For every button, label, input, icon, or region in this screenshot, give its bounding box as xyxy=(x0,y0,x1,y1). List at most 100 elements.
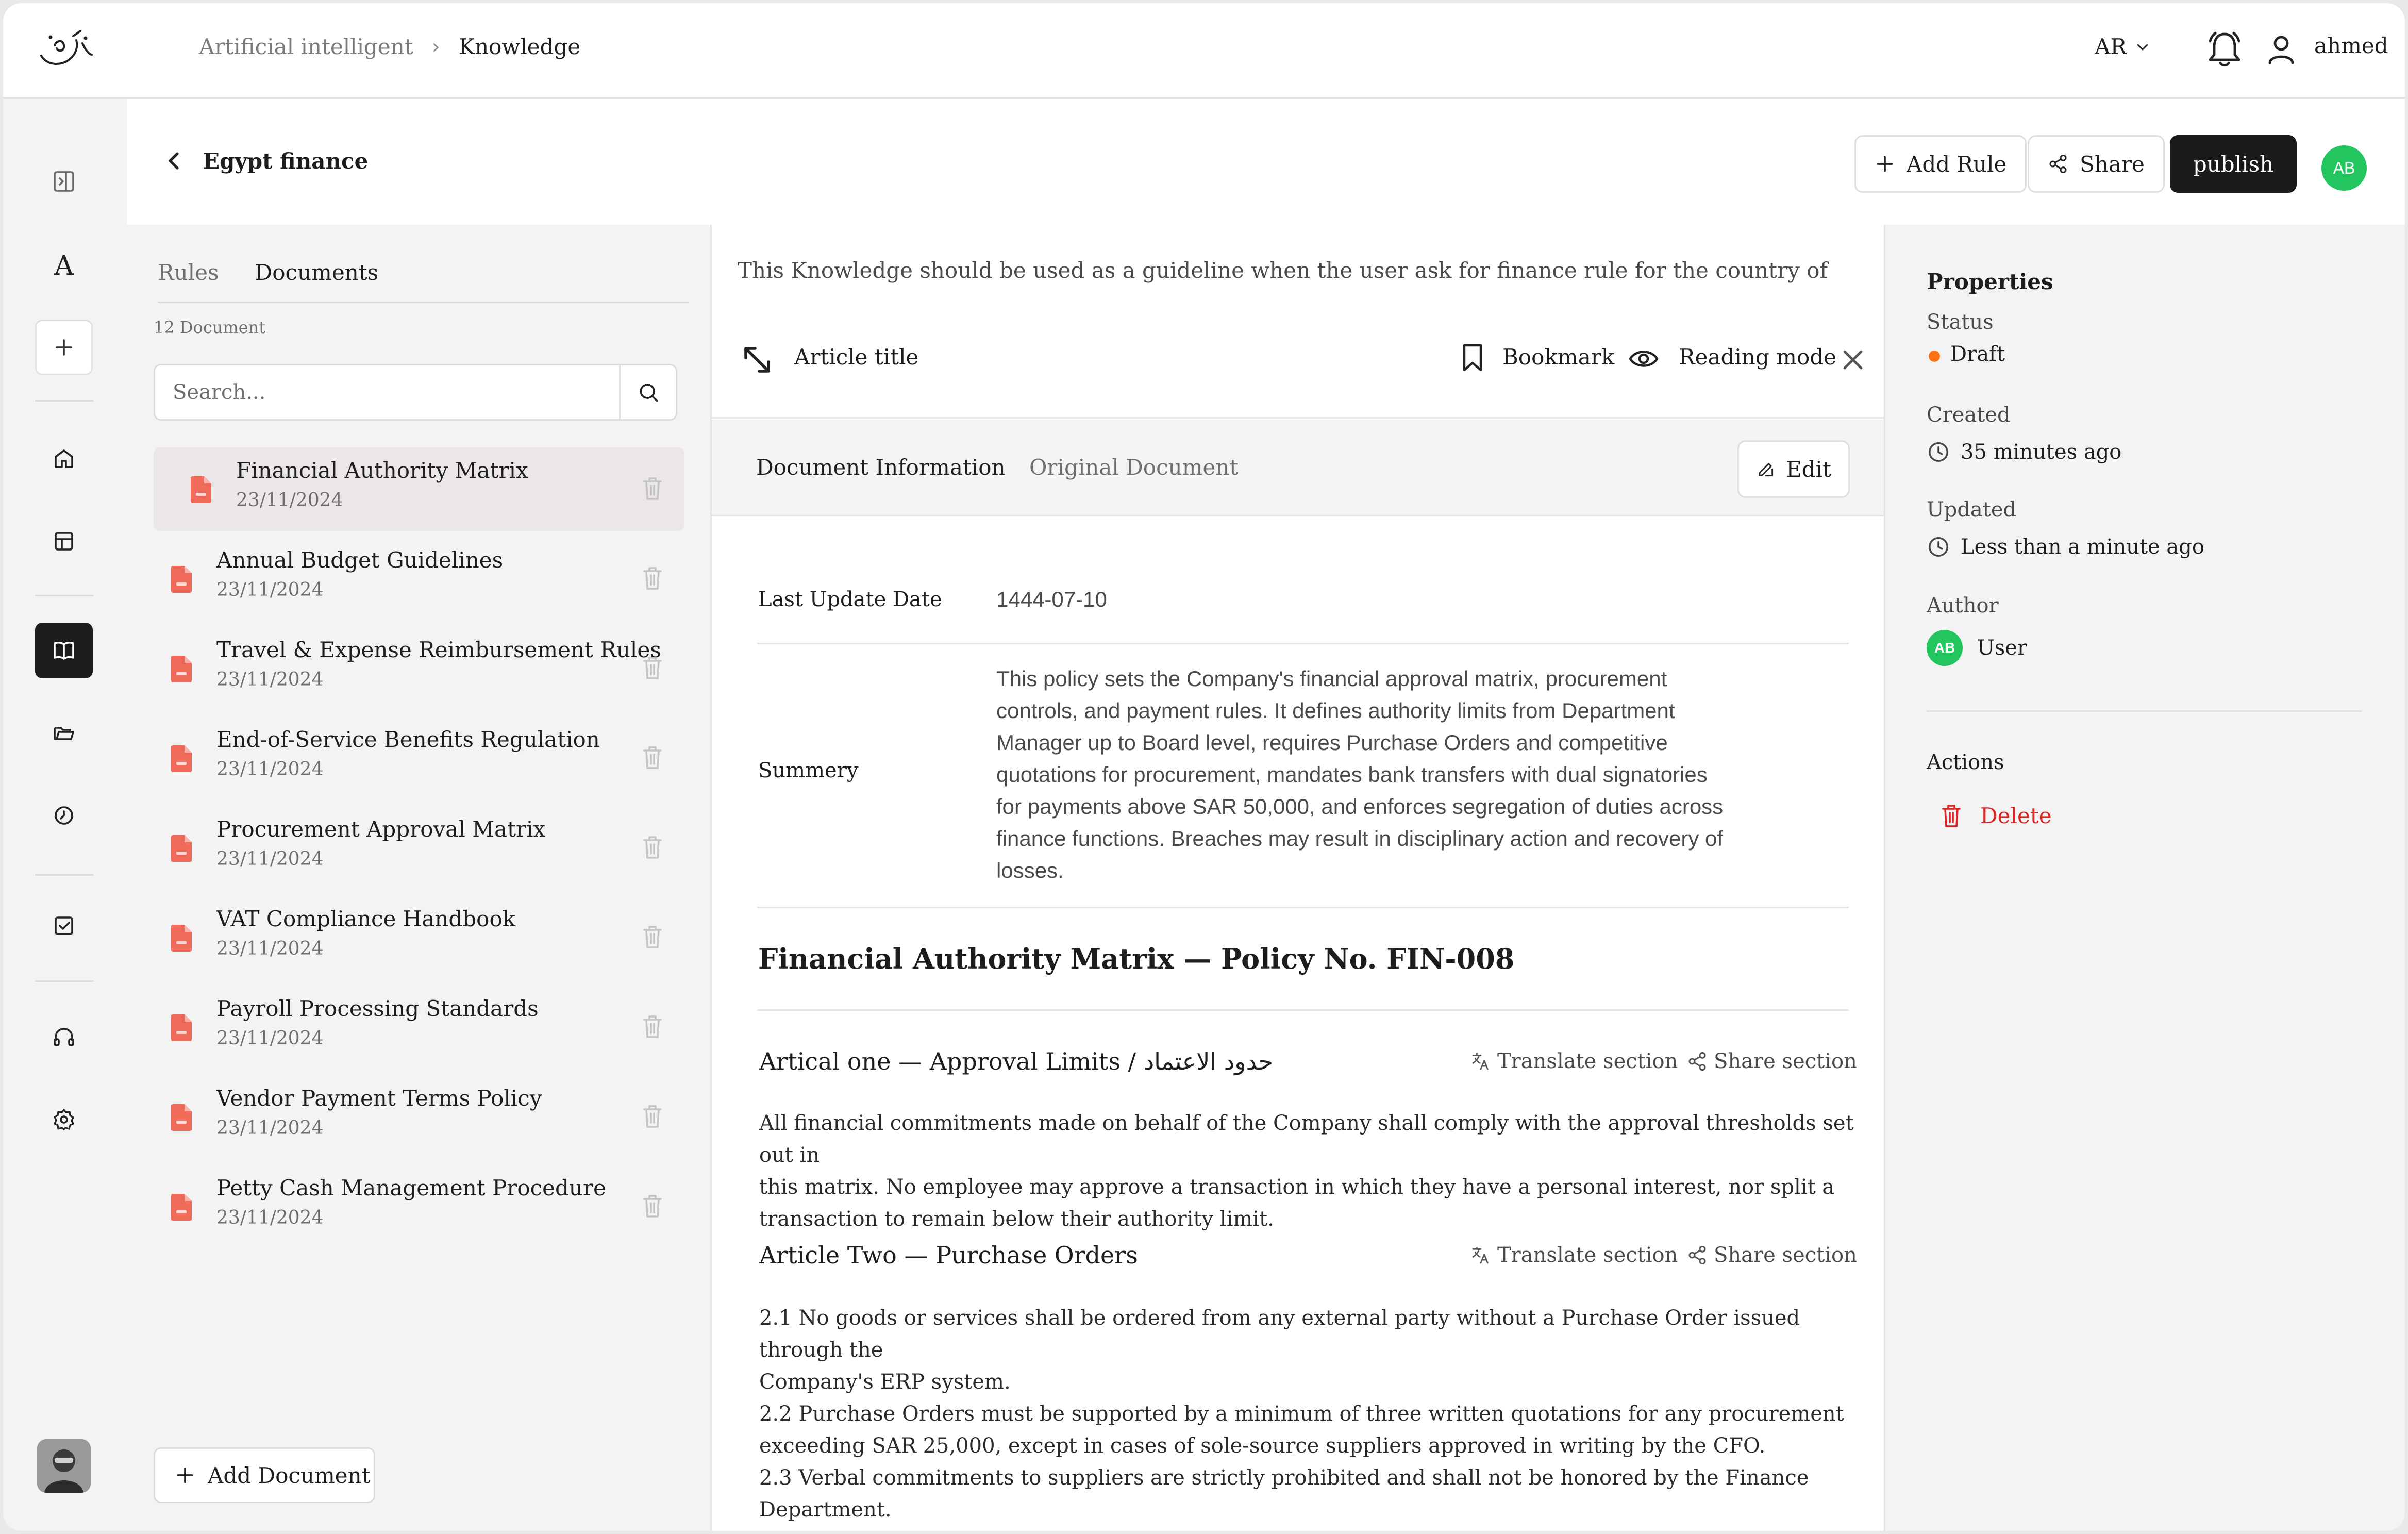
add-rule-button[interactable]: Add Rule xyxy=(1854,135,2027,193)
list-item[interactable]: Travel & Expense Reimbursement Rules 23/… xyxy=(154,627,684,710)
list-item[interactable]: Financial Authority Matrix 23/11/2024 xyxy=(154,447,684,531)
document-date: 23/11/2024 xyxy=(216,1028,324,1049)
add-document-button[interactable]: Add Document xyxy=(154,1447,375,1503)
nav-table-button[interactable] xyxy=(35,513,93,569)
trash-icon[interactable] xyxy=(642,835,663,860)
add-rule-label: Add Rule xyxy=(1907,151,2007,177)
trash-icon[interactable] xyxy=(642,925,663,949)
delete-label: Delete xyxy=(1980,803,2052,828)
user-name[interactable]: ahmed xyxy=(2314,33,2388,58)
status-badge: Draft xyxy=(1950,342,2005,366)
headphones-icon xyxy=(54,1028,74,1046)
info-tabs-bar: Document Information Original Document E… xyxy=(712,420,1884,516)
rail-divider xyxy=(35,400,94,402)
list-item[interactable]: Annual Budget Guidelines 23/11/2024 xyxy=(154,537,684,621)
created-value: 35 minutes ago xyxy=(1961,440,2122,464)
share-section-button[interactable]: Share section xyxy=(1687,1243,1857,1267)
notification-bell-icon[interactable] xyxy=(2208,31,2241,68)
nav-history-button[interactable] xyxy=(35,788,93,843)
search-button[interactable] xyxy=(621,365,676,419)
add-workspace-button[interactable] xyxy=(35,320,93,375)
list-item[interactable]: VAT Compliance Handbook 23/11/2024 xyxy=(154,896,684,979)
trash-icon[interactable] xyxy=(642,1194,663,1219)
share-section-button[interactable]: Share section xyxy=(1687,1049,1857,1073)
document-name: Travel & Expense Reimbursement Rules xyxy=(216,637,661,662)
trash-icon[interactable] xyxy=(642,656,663,680)
nav-support-button[interactable] xyxy=(35,1009,93,1065)
left-rail: A xyxy=(3,99,127,1531)
list-item[interactable]: Vendor Payment Terms Policy 23/11/2024 xyxy=(154,1075,684,1159)
nav-folders-button[interactable] xyxy=(35,705,93,761)
breadcrumb-artificial-intelligent[interactable]: Artificial intelligent xyxy=(199,34,413,59)
translate-section-button[interactable]: Translate section xyxy=(1470,1049,1678,1073)
bookmark-icon[interactable] xyxy=(1461,343,1484,372)
tab-document-information[interactable]: Document Information xyxy=(756,455,1006,480)
breadcrumb-knowledge[interactable]: Knowledge xyxy=(459,34,581,59)
properties-heading: Properties xyxy=(1927,269,2053,294)
section-heading: Artical one — Approval Limits / حدود الا… xyxy=(759,1047,1274,1075)
expand-icon[interactable] xyxy=(742,344,773,375)
documents-panel: Rules Documents 12 Document Financial Au… xyxy=(127,225,710,1531)
document-date: 23/11/2024 xyxy=(216,1118,324,1139)
panel-tabs: Rules Documents xyxy=(158,260,689,303)
pdf-file-icon xyxy=(191,476,211,503)
back-arrow-icon[interactable] xyxy=(165,151,183,171)
nav-knowledge-button[interactable] xyxy=(35,623,93,678)
language-label: AR xyxy=(2095,34,2127,59)
tab-original-document[interactable]: Original Document xyxy=(1029,455,1238,480)
list-item[interactable]: Payroll Processing Standards 23/11/2024 xyxy=(154,986,684,1069)
trash-icon[interactable] xyxy=(642,476,663,501)
bookmark-button[interactable]: Bookmark xyxy=(1502,344,1614,370)
brand-logo-icon[interactable] xyxy=(34,25,96,74)
edit-button[interactable]: Edit xyxy=(1737,440,1850,498)
nav-settings-button[interactable] xyxy=(35,1092,93,1147)
delete-button[interactable]: Delete xyxy=(1940,803,2052,828)
search-input[interactable] xyxy=(155,365,619,419)
author-label: Author xyxy=(1927,594,1999,618)
language-selector[interactable]: AR xyxy=(2095,34,2150,59)
list-item[interactable]: Procurement Approval Matrix 23/11/2024 xyxy=(154,806,684,890)
chevron-down-icon xyxy=(2137,44,2148,50)
workspace-letter-icon: A xyxy=(54,251,74,281)
updated-value: Less than a minute ago xyxy=(1961,535,2204,559)
user-icon[interactable] xyxy=(2268,35,2295,64)
summary-line: This policy sets the Company's financial… xyxy=(996,666,1667,691)
section-body: All financial commitments made on behalf… xyxy=(759,1107,1857,1235)
publish-button[interactable]: publish xyxy=(2170,135,2297,193)
document-date: 23/11/2024 xyxy=(236,490,343,511)
list-item[interactable]: End-of-Service Benefits Regulation 23/11… xyxy=(154,716,684,800)
close-icon[interactable] xyxy=(1842,348,1864,371)
workspace-a-button[interactable]: A xyxy=(35,238,93,294)
document-name: Payroll Processing Standards xyxy=(216,996,539,1021)
plus-icon xyxy=(1877,156,1893,172)
trash-icon[interactable] xyxy=(642,745,663,770)
share-button[interactable]: Share xyxy=(2028,135,2165,193)
share-icon xyxy=(1688,1245,1706,1265)
document-count: 12 Document xyxy=(154,318,266,337)
eye-icon[interactable] xyxy=(1628,347,1659,370)
document-date: 23/11/2024 xyxy=(216,1207,324,1228)
tab-documents[interactable]: Documents xyxy=(255,260,379,302)
paragraph-line: transaction to remain below their author… xyxy=(759,1207,1274,1231)
list-item[interactable]: Petty Cash Management Procedure 23/11/20… xyxy=(154,1165,684,1248)
pdf-file-icon xyxy=(171,1104,192,1131)
trash-icon[interactable] xyxy=(642,1104,663,1129)
author-avatar: AB xyxy=(1927,630,1963,666)
translate-section-button[interactable]: Translate section xyxy=(1470,1243,1678,1267)
profile-avatar[interactable] xyxy=(37,1439,91,1493)
document-date: 23/11/2024 xyxy=(216,669,324,690)
document-date: 23/11/2024 xyxy=(216,759,324,780)
avatar[interactable]: AB xyxy=(2321,145,2367,191)
tab-rules[interactable]: Rules xyxy=(158,260,219,302)
sidebar-toggle-button[interactable] xyxy=(35,154,93,209)
trash-icon xyxy=(1942,804,1961,827)
breadcrumb-separator-icon: › xyxy=(431,35,440,59)
trash-icon[interactable] xyxy=(642,1014,663,1039)
reading-mode-button[interactable]: Reading mode xyxy=(1679,344,1836,370)
table-icon xyxy=(55,532,73,551)
trash-icon[interactable] xyxy=(642,566,663,591)
last-update-label: Last Update Date xyxy=(758,588,942,611)
book-open-icon xyxy=(54,641,74,660)
nav-tasks-button[interactable] xyxy=(35,898,93,954)
nav-home-button[interactable] xyxy=(35,431,93,487)
